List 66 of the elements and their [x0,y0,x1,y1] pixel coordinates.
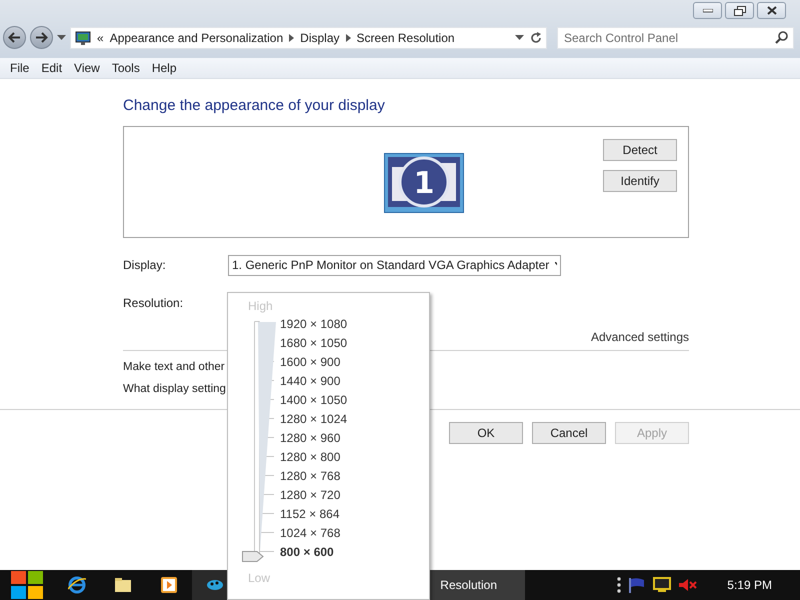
control-panel-icon[interactable] [206,579,224,591]
flag-icon[interactable] [629,578,646,592]
search-icon [775,30,788,44]
monitor-icon [75,30,91,44]
display-label: Display: [123,258,167,272]
advanced-settings-link[interactable]: Advanced settings [590,330,689,344]
display-dropdown[interactable]: 1. Generic PnP Monitor on Standard VGA Graphics Adapter [228,254,561,276]
chevron-icon[interactable] [346,34,351,42]
resolution-option[interactable]: 1680 × 1050 [280,336,348,350]
resolution-label: Resolution: [123,296,184,310]
resolution-option[interactable]: 1400 × 1050 [280,392,348,406]
dialog-button[interactable]: OK [449,422,523,444]
resolution-slider[interactable] [242,321,276,565]
breadcrumb[interactable]: Screen Resolution [356,30,455,44]
side-button[interactable]: Detect [603,139,677,161]
dialog-button[interactable]: Cancel [532,422,606,444]
resolution-option[interactable]: 1152 × 864 [280,506,340,520]
slider-thumb[interactable] [242,551,264,562]
menu-item[interactable]: Edit [35,61,68,75]
media-player-icon[interactable] [161,577,177,593]
resolution-option[interactable]: 1920 × 1080 [280,316,348,330]
minimize-icon [702,8,712,12]
folder-icon[interactable] [115,578,131,592]
menu-item[interactable]: View [68,61,106,75]
more-icon[interactable] [617,577,622,593]
browser-icon[interactable] [68,576,86,594]
start-logo-icon[interactable] [11,571,43,599]
chevron-icon[interactable] [289,34,294,42]
resolution-option[interactable]: 1024 × 768 [280,526,340,540]
slider-high-label: High [248,299,274,313]
monitor-icon[interactable] [653,577,672,593]
back-arrow-icon [8,32,21,43]
breadcrumb[interactable]: Display [300,30,340,44]
settings-link[interactable]: What display setting [123,383,226,395]
forward-button[interactable] [30,26,53,49]
resolution-option[interactable]: 1280 × 768 [280,468,340,482]
back-button[interactable] [3,26,26,49]
settings-link[interactable]: Make text and other [123,361,225,373]
resolution-option[interactable]: 800 × 600 [280,544,334,558]
speaker-muted-icon[interactable] [679,579,698,591]
resolution-option[interactable]: 1280 × 800 [280,450,340,464]
slider-low-label: Low [248,571,272,585]
address-bar[interactable]: « Appearance and Personalization Display Screen Resolution [70,26,547,48]
forward-arrow-icon [35,32,48,43]
close-button[interactable] [757,2,786,19]
refresh-icon[interactable] [530,32,542,44]
resolution-option[interactable]: 1440 × 900 [280,374,340,388]
close-icon [766,6,776,15]
restore-button[interactable] [725,2,754,19]
clock: 5:19 PM [727,578,772,592]
menu-item[interactable]: File [4,61,36,75]
minimize-button[interactable] [693,2,722,19]
page-heading: Change the appearance of your display [123,97,386,114]
restore-icon [734,6,746,16]
breadcrumb-overflow[interactable]: « [97,30,104,44]
resolution-option[interactable]: 1280 × 960 [280,430,340,444]
search-field[interactable]: Search Control Panel [557,26,794,48]
side-button[interactable]: Identify [603,170,677,192]
monitor-number: 1 [413,166,434,201]
monitor-drawing[interactable]: 1 [384,153,464,213]
resolution-option[interactable]: 1600 × 900 [280,354,340,368]
resolution-option[interactable]: 1280 × 720 [280,488,340,502]
menu-item[interactable]: Help [146,61,183,75]
menu-item[interactable]: Tools [106,61,146,75]
breadcrumb[interactable]: Appearance and Personalization [110,30,284,44]
resolution-option[interactable]: 1280 × 1024 [280,412,348,426]
